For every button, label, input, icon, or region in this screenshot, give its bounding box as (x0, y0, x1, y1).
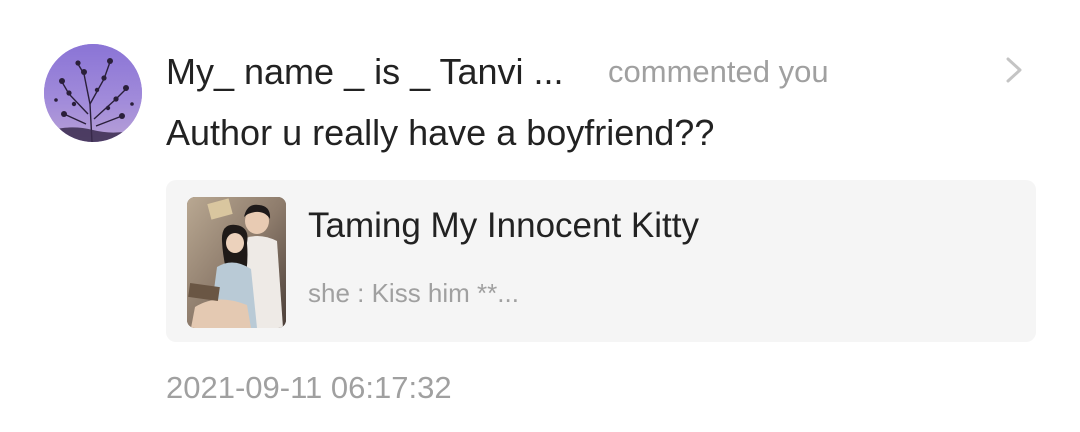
commenter-username[interactable]: My_ name _ is _ Tanvi ... (166, 50, 564, 94)
book-title: Taming My Innocent Kitty (308, 206, 699, 245)
comment-timestamp: 2021-09-11 06:17:32 (166, 370, 452, 405)
comment-notification[interactable]: My_ name _ is _ Tanvi ... commented you … (0, 0, 1080, 432)
book-snippet: she : Kiss him **... (308, 278, 519, 308)
chevron-right-icon[interactable] (1004, 56, 1026, 84)
notification-action-text: commented you (608, 54, 829, 89)
comment-text: Author u really have a boyfriend?? (166, 112, 715, 153)
avatar-flowers-icon (44, 44, 142, 142)
user-avatar[interactable] (44, 44, 142, 142)
book-card[interactable]: Taming My Innocent Kitty she : Kiss him … (166, 180, 1036, 342)
book-cover-image (187, 197, 286, 328)
